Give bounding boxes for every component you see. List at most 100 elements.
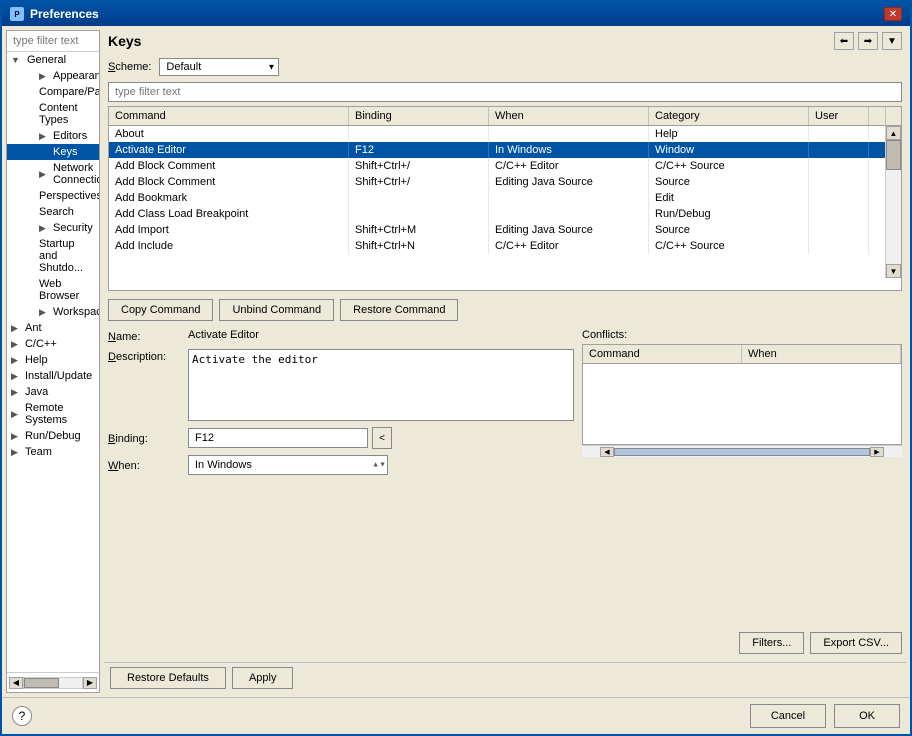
- sidebar-item-general[interactable]: ▼ General: [7, 52, 99, 68]
- restore-defaults-button[interactable]: Restore Defaults: [110, 667, 226, 689]
- restore-command-button[interactable]: Restore Command: [340, 299, 458, 321]
- when-select[interactable]: In Windows In Dialogs and Windows In Dia…: [188, 455, 388, 475]
- copy-command-button[interactable]: Copy Command: [108, 299, 213, 321]
- sidebar-item-web-browser[interactable]: Web Browser: [7, 276, 99, 304]
- sidebar-item-content-types[interactable]: Content Types: [7, 100, 99, 128]
- keys-table: Command Binding When Category User About: [108, 106, 902, 291]
- table-row[interactable]: About Help: [109, 126, 885, 142]
- td-when: C/C++ Editor: [489, 158, 649, 174]
- table-row[interactable]: Add Class Load Breakpoint Run/Debug: [109, 206, 885, 222]
- sidebar-item-label: Team: [25, 446, 52, 458]
- td-category: C/C++ Source: [649, 158, 809, 174]
- sidebar-item-search[interactable]: Search: [7, 204, 99, 220]
- sidebar-item-install-update[interactable]: ▶ Install/Update: [7, 368, 99, 384]
- table-row[interactable]: Add Block Comment Shift+Ctrl+/ Editing J…: [109, 174, 885, 190]
- td-binding: Shift+Ctrl+M: [349, 222, 489, 238]
- table-row[interactable]: Activate Editor F12 In Windows Window: [109, 142, 885, 158]
- table-row[interactable]: Add Block Comment Shift+Ctrl+/ C/C++ Edi…: [109, 158, 885, 174]
- sidebar-item-startup-shutdown[interactable]: Startup and Shutdo...: [7, 236, 99, 276]
- sidebar-item-workspace[interactable]: ▶ Workspace: [7, 304, 99, 320]
- table-row[interactable]: Add Bookmark Edit: [109, 190, 885, 206]
- binding-row: Binding: <: [108, 427, 574, 449]
- bottom-buttons-row1: Filters... Export CSV...: [104, 628, 906, 658]
- sidebar-item-keys[interactable]: Keys: [7, 144, 99, 160]
- conflict-scroll-right-btn[interactable]: ▶: [870, 447, 884, 457]
- description-textarea[interactable]: Activate the editor: [188, 349, 574, 421]
- sidebar-item-security[interactable]: ▶ Security: [7, 220, 99, 236]
- scroll-thumb-v[interactable]: [886, 140, 901, 170]
- scroll-down-btn[interactable]: ▼: [886, 264, 901, 278]
- title-bar: P Preferences ✕: [2, 2, 910, 26]
- nav-forward-button[interactable]: ➡: [858, 32, 878, 50]
- td-command: Add Class Load Breakpoint: [109, 206, 349, 222]
- binding-input[interactable]: [188, 428, 368, 448]
- sidebar-item-cpp[interactable]: ▶ C/C++: [7, 336, 99, 352]
- scroll-right-btn[interactable]: ▶: [83, 677, 97, 689]
- sidebar-item-perspectives[interactable]: Perspectives: [7, 188, 99, 204]
- sidebar-item-label: Ant: [25, 322, 42, 334]
- sidebar-item-label: C/C++: [25, 338, 57, 350]
- table-row[interactable]: Add Include Shift+Ctrl+N C/C++ Editor C/…: [109, 238, 885, 254]
- td-category: Source: [649, 174, 809, 190]
- description-label: Description:: [108, 349, 188, 363]
- close-button[interactable]: ✕: [884, 7, 902, 21]
- sidebar-item-ant[interactable]: ▶ Ant: [7, 320, 99, 336]
- table-row[interactable]: Add Import Shift+Ctrl+M Editing Java Sou…: [109, 222, 885, 238]
- table-filter-input[interactable]: [108, 82, 902, 102]
- td-user: [809, 174, 869, 190]
- sidebar-item-compare-patch[interactable]: Compare/Patch: [7, 84, 99, 100]
- scheme-select[interactable]: Default: [159, 58, 279, 76]
- bottom-left-buttons: Restore Defaults Apply: [110, 667, 293, 689]
- arrow-remote: ▶: [11, 409, 18, 420]
- td-user: [809, 222, 869, 238]
- td-user: [809, 158, 869, 174]
- td-when: [489, 206, 649, 222]
- th-when: When: [489, 107, 649, 125]
- footer-buttons: Cancel OK: [750, 704, 900, 728]
- filter-input[interactable]: [7, 31, 99, 52]
- sidebar-item-label: Install/Update: [25, 370, 92, 382]
- scroll-up-btn[interactable]: ▲: [886, 126, 901, 140]
- dialog-body: ▼ General ▶ Appearance Compare/Patch Con…: [2, 26, 910, 697]
- sidebar-item-remote-systems[interactable]: ▶ Remote Systems: [7, 400, 99, 428]
- sidebar-item-label: Help: [25, 354, 48, 366]
- ok-button[interactable]: OK: [834, 704, 900, 728]
- arrow-workspace: ▶: [39, 307, 46, 318]
- conflicts-th-command: Command: [583, 345, 742, 363]
- name-value: Activate Editor: [188, 329, 259, 341]
- sidebar-item-appearance[interactable]: ▶ Appearance: [7, 68, 99, 84]
- scroll-left-btn[interactable]: ◀: [9, 677, 23, 689]
- help-button[interactable]: ?: [12, 706, 32, 726]
- details-left: Name: Activate Editor Description: Activ…: [108, 329, 574, 624]
- sidebar-item-team[interactable]: ▶ Team: [7, 444, 99, 460]
- bottom-buttons-row2: Restore Defaults Apply: [104, 662, 906, 693]
- nav-buttons: ⬅ ➡ ▼: [834, 32, 902, 50]
- sidebar-item-label: Editors: [53, 130, 87, 142]
- scroll-thumb-h[interactable]: [24, 678, 59, 688]
- cancel-button[interactable]: Cancel: [750, 704, 826, 728]
- apply-button[interactable]: Apply: [232, 667, 294, 689]
- filters-button[interactable]: Filters...: [739, 632, 804, 654]
- page-title: Keys: [108, 33, 141, 49]
- conflict-scroll-left-btn[interactable]: ◀: [600, 447, 614, 457]
- sidebar-item-run-debug[interactable]: ▶ Run/Debug: [7, 428, 99, 444]
- scroll-track-h: [23, 677, 83, 689]
- binding-pick-button[interactable]: <: [372, 427, 392, 449]
- sidebar-item-help[interactable]: ▶ Help: [7, 352, 99, 368]
- nav-back-button[interactable]: ⬅: [834, 32, 854, 50]
- footer: ? Cancel OK: [2, 697, 910, 734]
- arrow-ant: ▶: [11, 323, 18, 334]
- td-when: In Windows: [489, 142, 649, 158]
- unbind-command-button[interactable]: Unbind Command: [219, 299, 334, 321]
- td-command: Add Block Comment: [109, 174, 349, 190]
- arrow-run-debug: ▶: [11, 431, 18, 442]
- sidebar-item-network-connection[interactable]: ▶ Network Connectio...: [7, 160, 99, 188]
- tree-area: ▼ General ▶ Appearance Compare/Patch Con…: [7, 52, 99, 672]
- th-command: Command: [109, 107, 349, 125]
- arrow-network: ▶: [39, 169, 46, 180]
- sidebar-item-editors[interactable]: ▶ Editors: [7, 128, 99, 144]
- sidebar-item-java[interactable]: ▶ Java: [7, 384, 99, 400]
- conflict-scroll-thumb[interactable]: [614, 448, 870, 456]
- export-csv-button[interactable]: Export CSV...: [810, 632, 902, 654]
- nav-menu-button[interactable]: ▼: [882, 32, 902, 50]
